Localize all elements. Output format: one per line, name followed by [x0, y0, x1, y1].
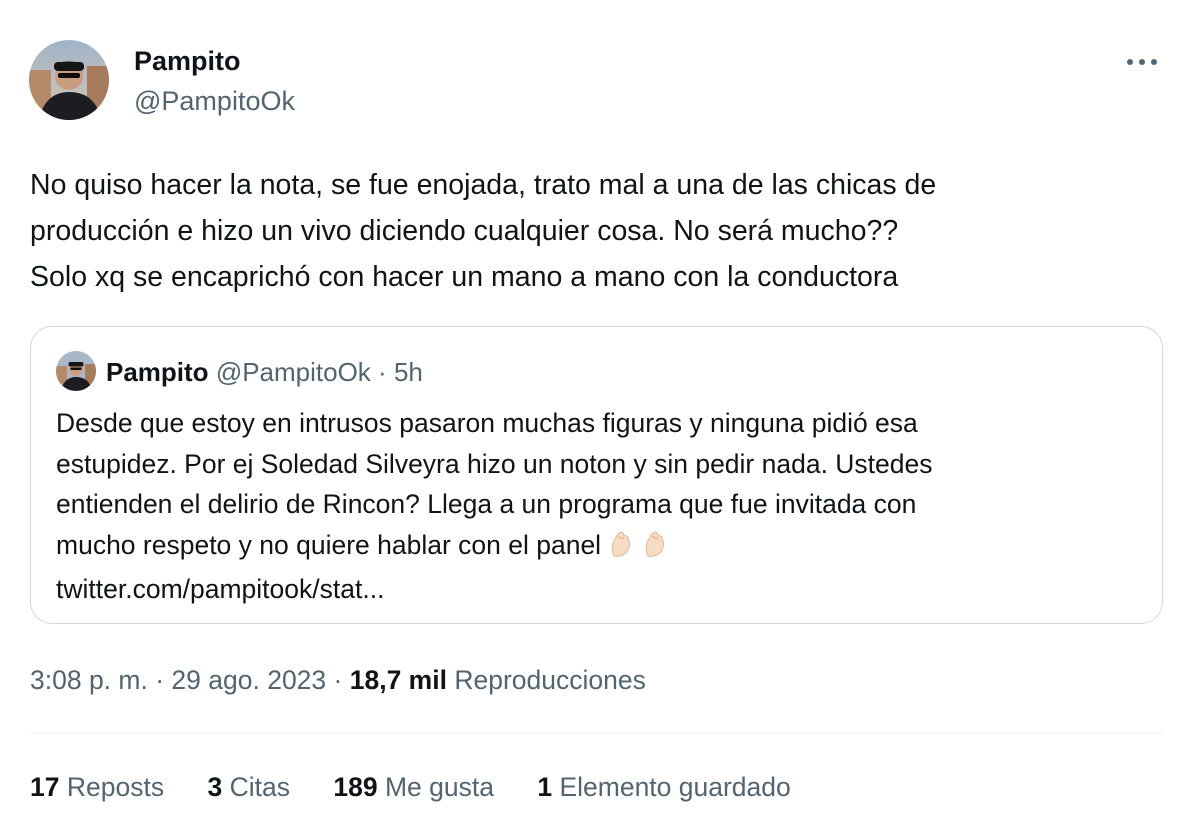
views-count: 18,7 mil — [349, 665, 447, 695]
bookmarks-label: Elemento guardado — [559, 772, 791, 802]
quoted-header: Pampito @PampitoOk · 5h — [106, 355, 423, 389]
quoted-link[interactable]: twitter.com/pampitook/stat... — [56, 569, 1136, 610]
avatar-image — [29, 40, 109, 120]
likes-stat[interactable]: 189 Me gusta — [333, 769, 494, 805]
bookmarks-count: 1 — [537, 772, 553, 802]
quoted-author-handle: @PampitoOk — [215, 357, 371, 387]
quotes-count: 3 — [207, 772, 223, 802]
quoted-time: 5h — [393, 357, 423, 387]
quoted-author-avatar — [56, 351, 96, 391]
tweet-text: No quiso hacer la nota, se fue enojada, … — [30, 169, 937, 293]
quoted-author-name: Pampito — [106, 357, 209, 387]
likes-count: 189 — [333, 772, 378, 802]
tweet-date[interactable]: 29 ago. 2023 — [171, 665, 326, 695]
more-horizontal-icon — [1127, 59, 1157, 65]
reposts-count: 17 — [30, 772, 60, 802]
quoted-tweet[interactable]: Pampito @PampitoOk · 5h Desde que estoy … — [30, 326, 1163, 624]
quoted-avatar-image — [56, 351, 96, 391]
divider — [30, 733, 1163, 734]
quotes-stat[interactable]: 3 Citas — [207, 769, 290, 805]
quoted-text-line-with-emoji: mucho respeto y no quiere hablar con el … — [56, 525, 1136, 570]
quoted-text-line: estupidez. Por ej Soledad Silveyra hizo … — [56, 448, 933, 479]
quotes-label: Citas — [229, 772, 290, 802]
pinched-fingers-icon — [605, 528, 635, 570]
tweet-meta: 3:08 p. m. · 29 ago. 2023 · 18,7 mil Rep… — [30, 662, 646, 698]
author-handle[interactable]: @PampitoOk — [134, 84, 295, 118]
meta-separator: · — [333, 665, 343, 695]
author-name[interactable]: Pampito — [134, 44, 241, 78]
quoted-text: Desde que estoy en intrusos pasaron much… — [56, 403, 1136, 610]
quoted-text-line: mucho respeto y no quiere hablar con el … — [56, 529, 602, 560]
views-label: Reproducciones — [454, 665, 646, 695]
quoted-text-line: entienden el delirio de Rincon? Llega a … — [56, 489, 917, 519]
likes-label: Me gusta — [384, 772, 494, 802]
author-avatar[interactable] — [29, 40, 109, 120]
pinched-fingers-icon — [639, 528, 669, 570]
meta-separator: · — [155, 665, 165, 695]
tweet-time[interactable]: 3:08 p. m. — [30, 665, 148, 695]
tweet-stats: 17 Reposts 3 Citas 189 Me gusta 1 Elemen… — [30, 769, 827, 805]
bookmarks-stat[interactable]: 1 Elemento guardado — [537, 769, 790, 805]
tweet-card: Pampito @PampitoOk No quiso hacer la not… — [0, 0, 1200, 834]
quoted-separator: · — [378, 357, 387, 387]
more-options-button[interactable] — [1122, 46, 1162, 78]
quoted-text-line: Desde que estoy en intrusos pasaron much… — [56, 408, 918, 438]
reposts-stat[interactable]: 17 Reposts — [30, 769, 164, 805]
reposts-label: Reposts — [66, 772, 165, 802]
